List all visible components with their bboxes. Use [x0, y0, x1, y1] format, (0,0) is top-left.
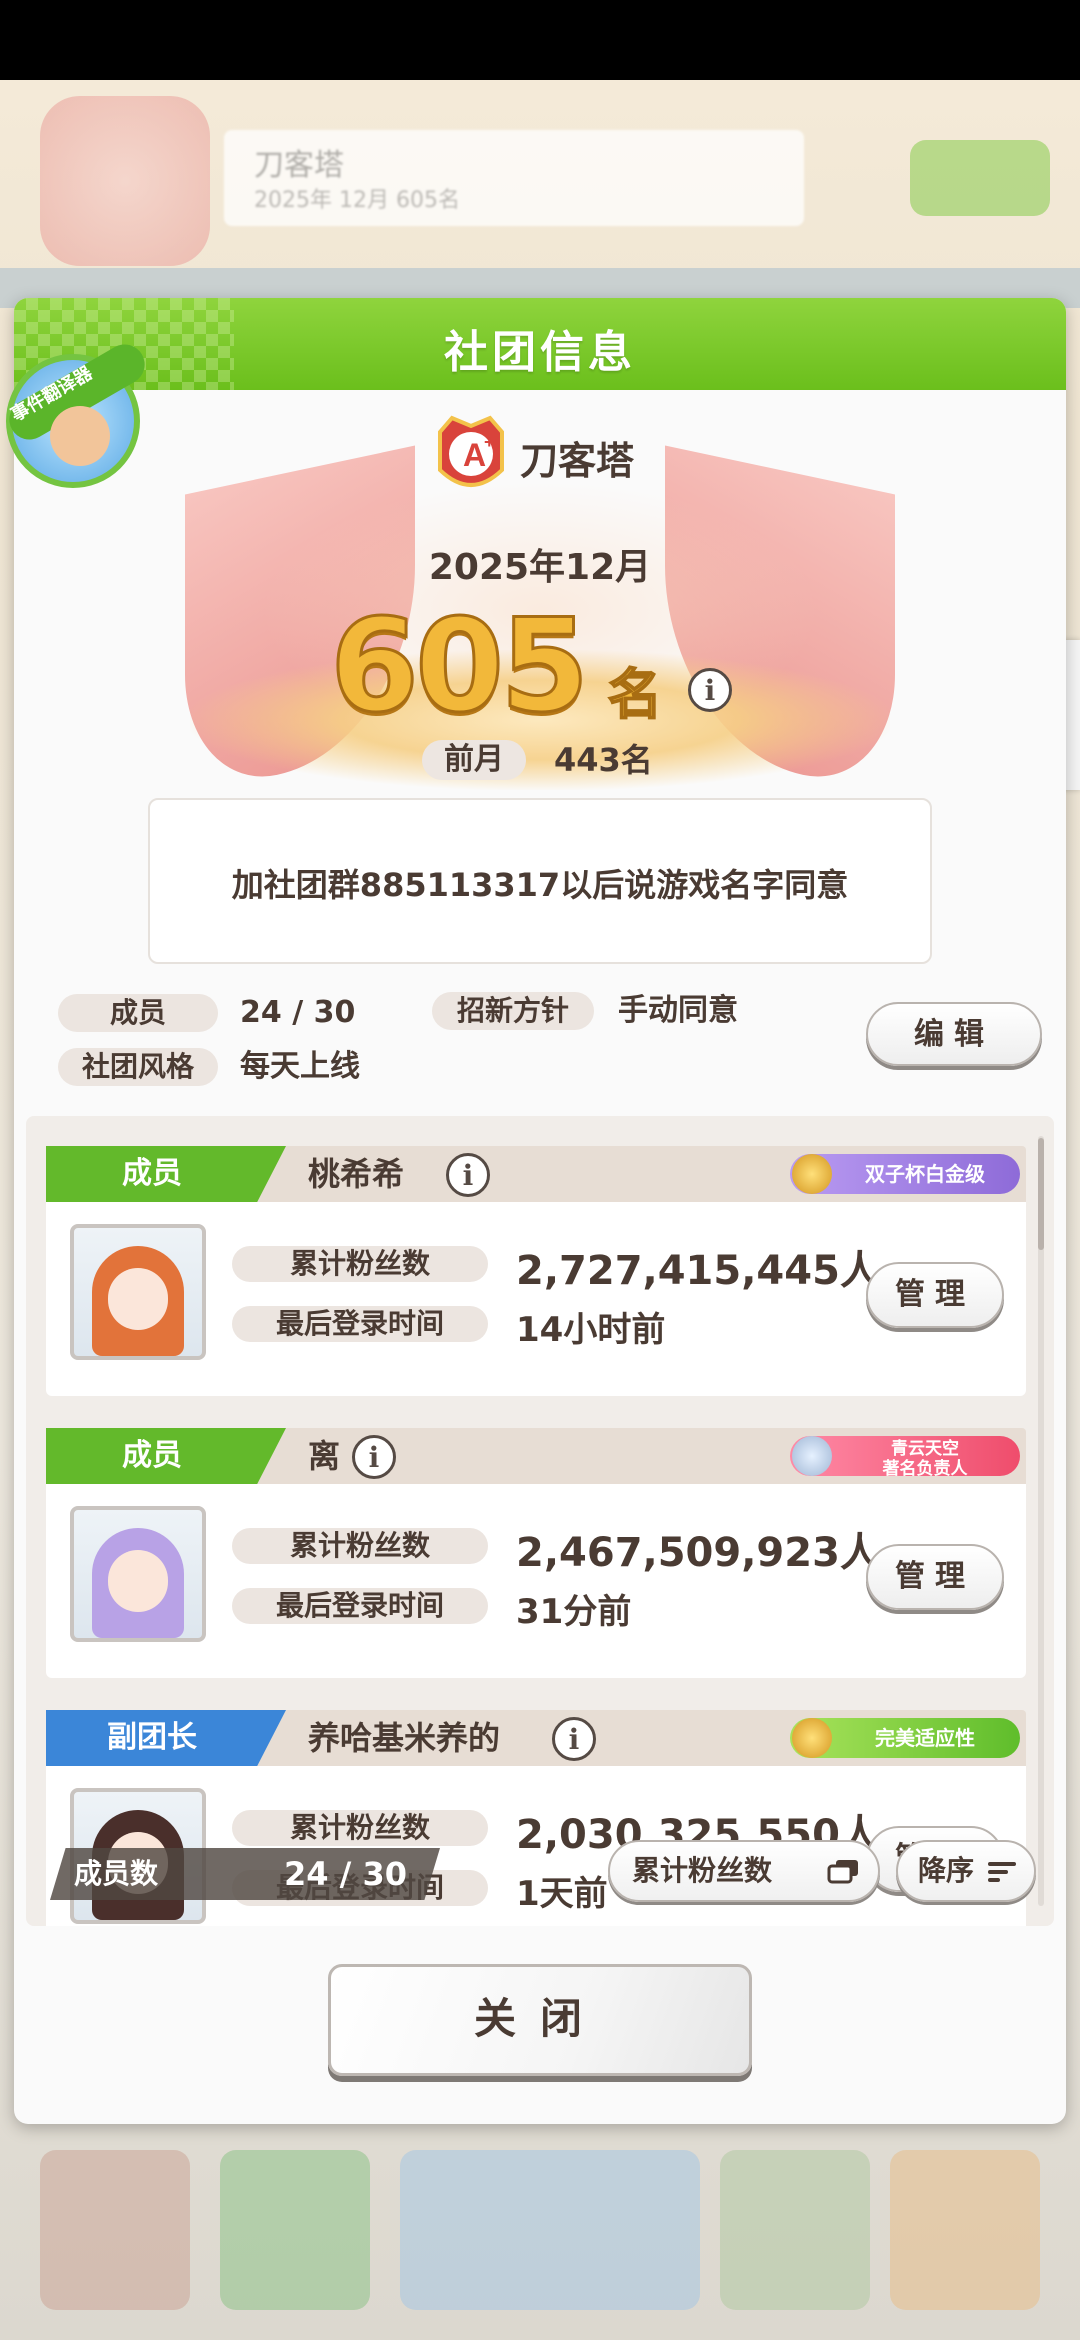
fans-value: 2,467,509,923人 [516, 1530, 880, 1576]
edit-button[interactable]: 编辑 [866, 1002, 1042, 1066]
member-card-body: 累计粉丝数 2,467,509,923人 最后登录时间 31分前 管理 [46, 1484, 1026, 1678]
member-name: 养哈基米养的 [308, 1719, 501, 1757]
medal-icon [792, 1436, 832, 1476]
previous-month-rank: 前月 443名 [422, 740, 682, 780]
recruit-policy-label: 招新方针 [432, 992, 594, 1030]
event-translator-badge[interactable]: 事件翻译器 [2, 337, 152, 488]
members-value: 24 / 30 [240, 995, 356, 1030]
sort-key-button[interactable]: 累计粉丝数 [608, 1840, 880, 1902]
switch-icon [827, 1860, 858, 1884]
member-card-body: 累计粉丝数 2,727,415,445人 最后登录时间 14小时前 管理 [46, 1202, 1026, 1396]
rank-month: 2025年12月 [428, 547, 652, 588]
club-description-box: 加社团群885113317以后说游戏名字同意 [148, 798, 932, 964]
member-info-icon[interactable]: i [552, 1717, 596, 1761]
member-avatar[interactable] [70, 1224, 206, 1360]
member-info-icon[interactable]: i [446, 1153, 490, 1197]
member-role: 成员 [46, 1428, 286, 1484]
bg-club-emblem [40, 96, 210, 266]
badge-text: 青云天空 著名负责人 [882, 1439, 968, 1479]
member-card-header: 成员 桃希希 i 双子杯白金级 [46, 1146, 1026, 1202]
fans-label: 累计粉丝数 [232, 1528, 488, 1564]
bg-green-button [910, 140, 1050, 216]
svg-text:A: A [463, 437, 486, 473]
avatar-face [108, 1268, 168, 1330]
modal-header: 社团信息 [14, 298, 1066, 390]
member-name: 离 [308, 1437, 341, 1475]
recruit-policy-value: 手动同意 [618, 993, 738, 1028]
scrollbar-thumb[interactable] [1038, 1138, 1044, 1250]
club-style-value: 每天上线 [240, 1049, 360, 1084]
prev-month-value: 443名 [554, 741, 653, 779]
members-label: 成员 [58, 994, 218, 1032]
medal-icon [792, 1154, 832, 1194]
bg-club-name: 刀客塔 [254, 148, 344, 183]
member-role: 副团长 [46, 1710, 286, 1766]
status-bar [0, 0, 1080, 80]
prev-month-label: 前月 [422, 740, 526, 780]
sort-order-label: 降序 [918, 1854, 975, 1887]
member-card: 成员 离 i 青云天空 著名负责人 累计粉丝数 2,467,509,923人 最… [46, 1428, 1026, 1678]
sort-lines-icon [988, 1862, 1016, 1882]
avatar-face [108, 1550, 168, 1612]
fans-value: 2,727,415,445人 [516, 1248, 880, 1294]
sort-order-button[interactable]: 降序 [896, 1840, 1036, 1902]
close-button[interactable]: 关闭 [328, 1964, 752, 2076]
bg-club-bar: 刀客塔 2025年 12月 605名 [224, 130, 804, 226]
badge-text: 双子杯白金级 [865, 1162, 985, 1186]
last-login-label: 最后登录时间 [232, 1306, 488, 1342]
bg-bottom-nav [0, 2130, 1080, 2340]
translator-avatar [50, 406, 110, 466]
last-login-label: 最后登录时间 [232, 1588, 488, 1624]
member-title-badge: 双子杯白金级 [790, 1154, 1020, 1194]
member-card-header: 副团长 养哈基米养的 i 完美适应性 [46, 1710, 1026, 1766]
sort-key-label: 累计粉丝数 [632, 1854, 773, 1887]
member-count-value: 24 / 30 [284, 1855, 408, 1893]
member-title-badge: 青云天空 著名负责人 [790, 1436, 1020, 1479]
member-avatar[interactable] [70, 1506, 206, 1642]
last-login-value: 14小时前 [516, 1310, 666, 1350]
manage-button[interactable]: 管理 [866, 1262, 1004, 1328]
modal-title: 社团信息 [444, 327, 636, 378]
member-card: 成员 桃希希 i 双子杯白金级 累计粉丝数 2,727,415,445人 最后登… [46, 1146, 1026, 1396]
member-info-icon[interactable]: i [352, 1435, 396, 1479]
rank-suffix: 名 [607, 662, 663, 727]
member-count-label: 成员数 [74, 1857, 159, 1890]
fans-label: 累计粉丝数 [232, 1246, 488, 1282]
member-card-header: 成员 离 i 青云天空 著名负责人 [46, 1428, 1026, 1484]
rank-info-icon[interactable]: i [688, 668, 732, 712]
bg-club-sub: 2025年 12月 605名 [254, 188, 460, 213]
club-rank-emblem-icon: A + [438, 415, 504, 487]
member-list-footer: 成员数 24 / 30 累计粉丝数 降序 [26, 1840, 1054, 1924]
club-style-label: 社团风格 [58, 1048, 218, 1086]
rank-number: 605 [328, 591, 590, 743]
club-description: 加社团群885113317以后说游戏名字同意 [231, 866, 849, 904]
badge-text: 完美适应性 [875, 1726, 975, 1750]
member-name: 桃希希 [308, 1155, 405, 1193]
member-count-tag: 成员数 24 / 30 [50, 1848, 440, 1900]
medal-icon [792, 1718, 832, 1758]
member-title-badge: 完美适应性 [790, 1718, 1020, 1758]
fans-label: 累计粉丝数 [232, 1810, 488, 1846]
manage-button[interactable]: 管理 [866, 1544, 1004, 1610]
svg-text:+: + [484, 432, 495, 452]
scrollbar-track[interactable] [1038, 1136, 1044, 1906]
member-role: 成员 [46, 1146, 286, 1202]
member-list[interactable]: 成员 桃希希 i 双子杯白金级 累计粉丝数 2,727,415,445人 最后登… [26, 1116, 1054, 1926]
last-login-value: 31分前 [516, 1592, 632, 1632]
club-name: 刀客塔 [520, 439, 635, 483]
